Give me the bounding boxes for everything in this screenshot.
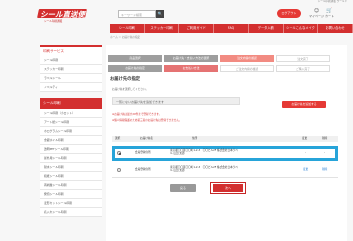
nav-item[interactable]: データ入稿 bbox=[249, 24, 284, 33]
delete-link[interactable]: 削除 bbox=[322, 168, 327, 172]
page-title: お届け先の指定 bbox=[110, 77, 141, 82]
step-4: 注文完了 bbox=[276, 55, 330, 62]
address-name: 会員登録住所 bbox=[135, 168, 151, 171]
page-description: お届け先を選択してください。 bbox=[112, 88, 149, 91]
substep-4: ご購入完了 bbox=[276, 65, 330, 72]
edit-cell: - bbox=[305, 151, 306, 154]
sidebar-item[interactable]: 耐水シール印刷 bbox=[40, 163, 102, 172]
step-3: 注文内容の確認 bbox=[220, 55, 274, 62]
sidebar-section-title: 印刷サービス bbox=[40, 45, 102, 56]
nav-item[interactable]: お問い合わせ bbox=[318, 24, 353, 33]
sidebar-item[interactable]: シール印刷 bbox=[40, 56, 102, 65]
address-text: 東京都〇〇区〇〇町1-2-3 〇〇ビル2F 株式会社日本ラベル 山田 太郎 bbox=[170, 166, 238, 173]
site-logo[interactable]: シール直送便 シール印刷通販 bbox=[37, 8, 87, 23]
new-address-field[interactable]: 一覧にないお届け先を追加できます bbox=[112, 97, 240, 105]
sidebar-item[interactable]: ラベルシール bbox=[40, 74, 102, 83]
cart-label: カート bbox=[325, 14, 335, 18]
address-text: 東京都〇〇区〇〇町1-2-3 〇〇ビル2F 株式会社日本ラベル 山田 太郎 bbox=[170, 149, 238, 156]
add-address-button[interactable]: お届け先を追加する bbox=[282, 101, 326, 108]
nav-item[interactable]: シール印刷 bbox=[110, 24, 145, 33]
step-1: 商品選択 bbox=[108, 55, 162, 62]
delete-cell: - bbox=[324, 151, 325, 154]
sidebar-item[interactable]: 名入れシール印刷 bbox=[40, 208, 102, 217]
sidebar-section-title: シール印刷 bbox=[40, 98, 102, 109]
next-button[interactable]: 次へ bbox=[213, 184, 243, 192]
column-header: 削除 bbox=[322, 136, 328, 140]
edit-link[interactable]: 変更 bbox=[303, 168, 308, 172]
sidebar-item[interactable]: ホログラムシール印刷 bbox=[40, 127, 102, 136]
sidebar-item[interactable]: 屋外用シール印刷 bbox=[40, 154, 102, 163]
nav-item[interactable]: シールこんなメイク bbox=[284, 24, 319, 33]
sidebar: 印刷サービス シール印刷 ステッカー印刷 ラベルシール ノベルティ シール印刷 … bbox=[40, 45, 102, 217]
sidebar-item[interactable]: ステッカー印刷 bbox=[40, 65, 102, 74]
mypage-link[interactable]: ☺ マイページ bbox=[309, 8, 324, 18]
sidebar-item[interactable]: 金銀ホイル印刷 bbox=[40, 136, 102, 145]
top-note: シール印刷通販 ワールド bbox=[317, 0, 347, 3]
sidebar-item[interactable]: アート紙シール印刷 bbox=[40, 118, 102, 127]
notice-text: ※個人情報保護のため第三者のお届け先は登録できません。 bbox=[112, 119, 182, 122]
column-header: お届け先名 bbox=[140, 136, 153, 140]
substep-2: お支払い方法 bbox=[164, 65, 218, 72]
column-header: 住所 bbox=[192, 136, 198, 140]
select-radio[interactable] bbox=[117, 151, 121, 155]
nav-item[interactable]: ステッカー印刷 bbox=[145, 24, 180, 33]
back-button[interactable]: 戻る bbox=[170, 184, 196, 192]
logo-sub: シール印刷通販 bbox=[44, 20, 63, 23]
logout-button[interactable]: ログアウト bbox=[277, 9, 301, 18]
search-icon[interactable]: 🔍 bbox=[156, 10, 164, 18]
search-input[interactable]: キーワード検索 bbox=[118, 10, 156, 18]
sidebar-item[interactable]: 再剥離シール印刷 bbox=[40, 181, 102, 190]
substep-1: お届け先の指定 bbox=[108, 65, 162, 72]
main-nav: シール印刷 ステッカー印刷 ご利用ガイド FAQ データ入稿 シールこんなメイク… bbox=[110, 24, 353, 33]
column-header: 選択 bbox=[115, 136, 121, 140]
nav-item[interactable]: ご利用ガイド bbox=[179, 24, 215, 33]
address-name: 会員登録住所 bbox=[135, 151, 151, 154]
notice-text: ※お届け先は最大20件まで登録できます。 bbox=[112, 113, 162, 116]
main-panel bbox=[106, 45, 347, 241]
sidebar-item[interactable]: シール印刷（小ロット） bbox=[40, 109, 102, 118]
cart-link[interactable]: 🛒 カート bbox=[325, 8, 334, 18]
sidebar-item[interactable]: 透明PETシール印刷 bbox=[40, 145, 102, 154]
mypage-label: マイページ bbox=[309, 14, 324, 18]
sidebar-item[interactable]: 発泡シール印刷 bbox=[40, 190, 102, 199]
sidebar-item[interactable]: 変形カットシール印刷 bbox=[40, 199, 102, 208]
breadcrumb: ホーム ＞ お届け先の指定 bbox=[110, 36, 141, 39]
step-2: お届け先・支払い方法の選択 bbox=[164, 55, 218, 62]
select-radio[interactable] bbox=[117, 168, 121, 172]
sidebar-item[interactable]: ノベルティ bbox=[40, 83, 102, 92]
column-header: 変更 bbox=[302, 136, 308, 140]
nav-item[interactable]: FAQ bbox=[214, 24, 249, 33]
sidebar-item[interactable]: 和紙シール印刷 bbox=[40, 172, 102, 181]
substep-3: ご注文内容の確認 bbox=[220, 65, 274, 72]
